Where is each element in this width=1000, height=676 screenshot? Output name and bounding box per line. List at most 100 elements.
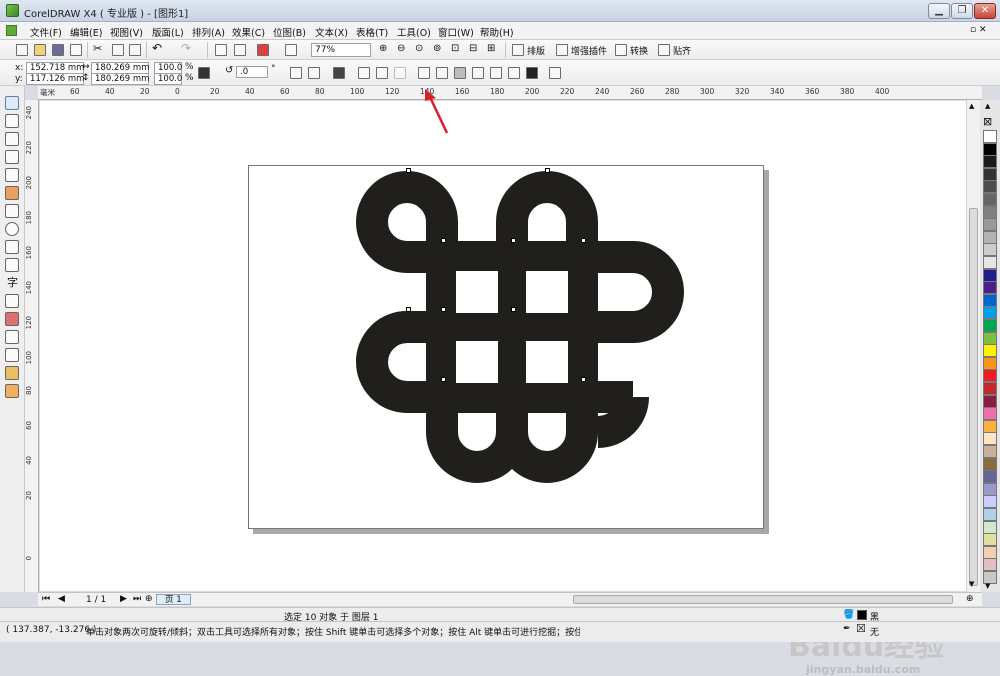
convert-outline-icon[interactable]: [549, 67, 561, 79]
menu-window[interactable]: 窗口(W): [438, 25, 474, 39]
maximize-button[interactable]: ❐: [951, 3, 973, 19]
no-color-swatch[interactable]: ⊠: [983, 116, 992, 127]
palette-swatch[interactable]: [983, 508, 997, 521]
y-position-field[interactable]: 117.126 mm: [26, 73, 84, 85]
scroll-thumb[interactable]: [969, 208, 978, 586]
vertical-scrollbar[interactable]: ▲ ▼: [966, 100, 980, 592]
save-icon[interactable]: [52, 44, 64, 56]
align-distribute-icon[interactable]: [333, 67, 345, 79]
palette-swatch[interactable]: [983, 407, 997, 421]
table-tool-icon[interactable]: [5, 294, 19, 308]
menu-file[interactable]: 文件(F): [30, 25, 62, 39]
palette-swatch[interactable]: [983, 470, 997, 484]
import-icon[interactable]: [215, 44, 227, 56]
menu-edit[interactable]: 编辑(E): [70, 25, 102, 39]
horizontal-ruler[interactable]: 毫米 60 40 20 0 20 40 60 80 100 120 140 16…: [38, 86, 982, 100]
shape-tool-icon[interactable]: [5, 114, 19, 128]
palette-swatch[interactable]: [983, 205, 997, 219]
palette-swatch[interactable]: [983, 533, 997, 547]
layout-plugin-icon[interactable]: [512, 44, 524, 56]
palette-swatch[interactable]: [983, 419, 997, 433]
prev-page-icon[interactable]: ◀: [58, 594, 65, 604]
menu-arrange[interactable]: 排列(A): [192, 25, 225, 39]
welcome-screen-icon[interactable]: [285, 44, 297, 56]
zoom-out-icon[interactable]: ⊖: [397, 43, 405, 54]
polygon-tool-icon[interactable]: [5, 240, 19, 254]
vertical-ruler[interactable]: 240 220 200 180 160 140 120 100 80 60 40…: [25, 100, 39, 592]
selection-handle[interactable]: [406, 307, 411, 312]
menu-layout[interactable]: 版面(L): [152, 25, 184, 39]
new-icon[interactable]: [16, 44, 28, 56]
snap-icon[interactable]: [658, 44, 670, 56]
back-minus-front-icon[interactable]: [508, 67, 520, 79]
chinese-knot-shape[interactable]: [249, 166, 765, 530]
palette-swatch[interactable]: [983, 319, 997, 332]
menu-effects[interactable]: 效果(C): [232, 25, 265, 39]
palette-swatch[interactable]: [983, 193, 997, 206]
selection-handle[interactable]: [406, 168, 411, 173]
selection-handle[interactable]: [511, 238, 516, 243]
rectangle-tool-icon[interactable]: [5, 204, 19, 218]
crop-tool-icon[interactable]: [5, 132, 19, 146]
zoom-in-icon[interactable]: ⊕: [379, 43, 387, 54]
application-launcher-icon[interactable]: [257, 44, 269, 56]
palette-swatch[interactable]: [983, 155, 997, 169]
zoom-height-icon[interactable]: ⊞: [487, 43, 495, 54]
ellipse-tool-icon[interactable]: [5, 222, 19, 236]
smart-fill-tool-icon[interactable]: [5, 186, 19, 200]
lock-ratio-icon[interactable]: [198, 67, 210, 79]
horizontal-scroll-thumb[interactable]: [573, 595, 953, 604]
no-outline-swatch[interactable]: ☒: [856, 622, 866, 635]
palette-scroll-up-icon[interactable]: ▲: [985, 102, 990, 110]
paste-icon[interactable]: [129, 44, 141, 56]
zoom-page-icon[interactable]: ⊡: [451, 43, 459, 54]
last-page-icon[interactable]: ⏭: [133, 594, 141, 604]
fill-tool-icon[interactable]: [5, 366, 19, 380]
convert-button[interactable]: 转换: [630, 44, 648, 57]
menu-help[interactable]: 帮助(H): [480, 25, 514, 39]
first-page-icon[interactable]: ⏮: [42, 594, 50, 604]
drawing-canvas[interactable]: Baidu经验 jingyan.baidu.com: [40, 89, 966, 676]
cut-icon[interactable]: ✂: [93, 42, 102, 55]
interactive-fill-tool-icon[interactable]: [5, 384, 19, 398]
simplify-icon[interactable]: [472, 67, 484, 79]
palette-swatch[interactable]: [983, 293, 997, 307]
selection-handle[interactable]: [581, 377, 586, 382]
zoom-navigator-icon[interactable]: ⊕: [966, 594, 974, 604]
open-icon[interactable]: [34, 44, 46, 56]
weld-icon[interactable]: [418, 67, 430, 79]
ungroup-all-icon[interactable]: [394, 67, 406, 79]
palette-swatch[interactable]: [983, 142, 997, 156]
palette-swatch[interactable]: [983, 457, 997, 471]
drawing-page[interactable]: [248, 165, 764, 529]
create-boundary-icon[interactable]: [526, 67, 538, 79]
group-icon[interactable]: [358, 67, 370, 79]
intersect-icon[interactable]: [454, 67, 466, 79]
selection-handle[interactable]: [441, 377, 446, 382]
selection-handle[interactable]: [441, 307, 446, 312]
doc-close-icon[interactable]: ▫ ✕: [970, 25, 987, 35]
freehand-tool-icon[interactable]: [5, 168, 19, 182]
palette-swatch[interactable]: [983, 256, 997, 269]
selection-handle[interactable]: [441, 238, 446, 243]
palette-swatch[interactable]: [983, 445, 997, 458]
close-button[interactable]: ✕: [974, 3, 996, 19]
zoom-width-icon[interactable]: ⊟: [469, 43, 477, 54]
palette-swatch[interactable]: [983, 268, 997, 282]
zoom-selected-icon[interactable]: ⊙: [415, 43, 423, 54]
fill-color-swatch[interactable]: [857, 610, 867, 620]
copy-icon[interactable]: [112, 44, 124, 56]
selection-handle[interactable]: [511, 307, 516, 312]
palette-swatch[interactable]: [983, 482, 997, 496]
enhance-plugin-icon[interactable]: [556, 44, 568, 56]
palette-swatch[interactable]: [983, 369, 997, 383]
palette-swatch[interactable]: [983, 432, 997, 446]
palette-scroll-down-icon[interactable]: ▼: [985, 582, 990, 590]
enhance-plugin-button[interactable]: 增强插件: [571, 44, 607, 57]
snap-button[interactable]: 贴齐: [673, 44, 691, 57]
outline-tool-icon[interactable]: [5, 348, 19, 362]
zoom-tool-icon[interactable]: [5, 150, 19, 164]
palette-swatch[interactable]: [983, 495, 997, 509]
page-tab[interactable]: 页 1: [156, 594, 191, 605]
selection-handle[interactable]: [545, 168, 550, 173]
